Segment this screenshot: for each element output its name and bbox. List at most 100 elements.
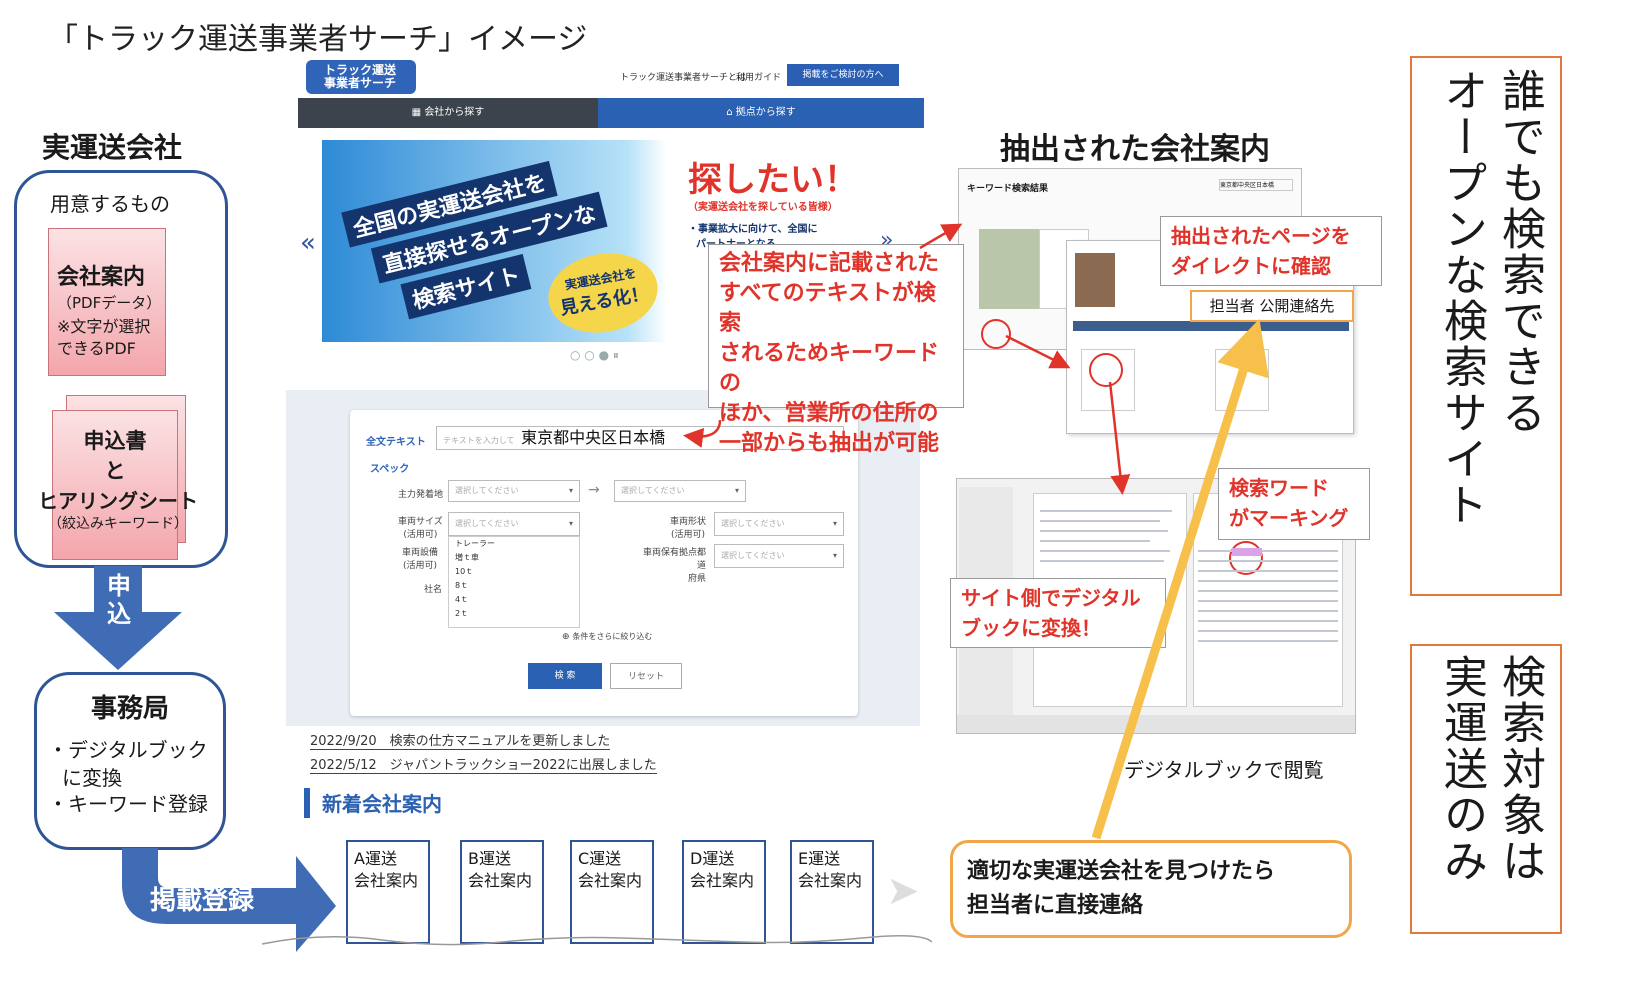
base-pref-select[interactable]: 選択してください ▾: [714, 544, 844, 568]
chevron-down-icon: ▾: [568, 519, 573, 528]
origin-to-placeholder: 選択してください: [621, 486, 685, 495]
direct-line: 抽出されたページを: [1171, 224, 1351, 248]
carousel-dots[interactable]: ○ ○ ● ⏸: [570, 348, 619, 363]
open-search-col1: 誰でも検索できる: [1494, 68, 1545, 436]
equipment-sub: (活用可): [402, 561, 438, 571]
dropdown-option[interactable]: 2ｔ: [449, 607, 579, 621]
plus-circle-icon: ⊕: [562, 632, 573, 642]
tab-search-by-base[interactable]: ⌂ 拠点から探す: [598, 98, 924, 128]
listing-inquiry-button[interactable]: 掲載をご検討の方へ: [787, 64, 899, 86]
carousel-prev-icon[interactable]: «: [300, 228, 316, 258]
more-conditions-link[interactable]: ⊕ 条件をさらに絞り込む: [562, 631, 652, 642]
vehicle-shape-select[interactable]: 選択してください ▾: [714, 512, 844, 536]
tab-search-by-company[interactable]: ▦ 会社から探す: [298, 98, 598, 128]
fulltext-label: 全文テキスト: [366, 437, 426, 448]
explain-line: ほか、営業所の住所の: [719, 401, 939, 426]
news-item[interactable]: 2022/9/20 検索の仕方マニュアルを更新しました: [310, 730, 611, 750]
brochure-format: （PDFデータ）: [57, 294, 162, 312]
search-button[interactable]: 検 索: [528, 663, 602, 689]
preparation-label: 用意するもの: [50, 192, 170, 216]
target-scope-box: 検索対象は 実運送のみ: [1410, 644, 1562, 934]
vehicle-size-label: 車両サイズ (活用可): [398, 514, 443, 540]
apply-arrow-label: 申 込: [104, 572, 134, 628]
company-name: B運送: [468, 849, 511, 868]
fulltext-value: 東京都中央区日本橋: [521, 428, 666, 447]
base-pref-label-2: 府県: [687, 574, 706, 584]
dropdown-option[interactable]: 増ｔ車: [449, 551, 579, 565]
chevron-down-icon: ▾: [568, 486, 573, 495]
chevron-down-icon: ▾: [832, 519, 837, 528]
company-name: D運送: [690, 849, 735, 868]
more-conditions-label: 条件をさらに絞り込む: [572, 632, 653, 641]
explain-line: 会社案内に記載された: [719, 251, 940, 276]
company-card-a[interactable]: A運送 会社案内: [346, 840, 430, 944]
company-brochure-label: 会社案内: [578, 871, 643, 890]
company-name: A運送: [354, 849, 397, 868]
vehicle-shape-label: 車両形状 (活用可): [670, 514, 706, 540]
target-col1: 検索対象は: [1494, 654, 1545, 884]
nav-guide-link[interactable]: 利用ガイド: [736, 70, 781, 83]
vehicle-shape-placeholder: 選択してください: [721, 519, 785, 528]
company-card-c[interactable]: C運送 会社案内: [570, 840, 654, 944]
news-item[interactable]: 2022/5/12 ジャパントラックショー2022に出展しました: [310, 754, 657, 774]
company-brochure-label: 会社案内: [468, 871, 533, 890]
marking-callout: 検索ワード がマーキング: [1218, 468, 1370, 540]
carousel-next-icon[interactable]: ➤: [886, 868, 920, 914]
apply-char-2: 込: [107, 600, 131, 628]
banner-bullet-1: ・事業拡大に向けて、全国に: [688, 224, 818, 235]
result-title: キーワード検索結果: [967, 184, 1049, 194]
page-sheet: [1081, 349, 1135, 411]
new-companies-title: 新着会社案内: [304, 788, 442, 818]
company-name: C運送: [578, 849, 622, 868]
warehouse-icon: ⌂: [726, 107, 736, 118]
office-task-digital-cont: に変換: [62, 766, 122, 790]
target-col2: 実運送のみ: [1436, 654, 1487, 884]
spec-label: スペック: [370, 464, 410, 475]
brochure-note-2: できるPDF: [57, 339, 136, 358]
building-icon: ▦: [411, 107, 425, 118]
contact-directly-callout: 適切な実運送会社を見つけたら 担当者に直接連絡: [950, 840, 1352, 938]
origin-select-from[interactable]: 選択してください ▾: [448, 480, 580, 502]
tab-company-label: 会社から探す: [424, 107, 485, 118]
office-task-keyword: ・キーワード登録: [48, 792, 208, 816]
carrier-heading: 実運送会社: [42, 131, 183, 164]
company-brochure-label: 会社案内: [354, 871, 419, 890]
tab-base-label: 拠点から探す: [735, 107, 796, 118]
digital-book-label: デジタルブックで閲覧: [1124, 758, 1324, 782]
dropdown-option[interactable]: 8ｔ: [449, 579, 579, 593]
nav-about-link[interactable]: トラック運送事業者サーチとは: [620, 70, 746, 83]
reset-button[interactable]: リセット: [610, 663, 682, 689]
company-card-b[interactable]: B運送 会社案内: [460, 840, 544, 944]
vehicle-size-label-text: 車両サイズ: [398, 517, 443, 527]
chevron-down-icon: ▾: [734, 486, 739, 495]
vehicle-size-select[interactable]: 選択してください ▾: [448, 512, 580, 536]
keyword-note: （絞込みキーワード）: [48, 516, 188, 532]
vehicle-size-dropdown: トレーラー 増ｔ車 10ｔ 8ｔ 4ｔ 2ｔ: [448, 536, 580, 628]
dropdown-option[interactable]: トレーラー: [449, 537, 579, 551]
application-card: 申込書 と ヒアリングシート （絞込みキーワード）: [38, 410, 198, 560]
hearing-sheet-label: ヒアリングシート: [38, 489, 198, 513]
dropdown-option[interactable]: 10ｔ: [449, 565, 579, 579]
logo-line-2: 事業者サーチ: [324, 76, 397, 90]
origin-from-placeholder: 選択してください: [455, 486, 519, 495]
page-cut-edge: [262, 935, 932, 946]
convert-line: サイト側でデジタル: [961, 586, 1141, 610]
vehicle-shape-sub: (活用可): [670, 530, 706, 540]
brochure-title: 会社案内: [57, 265, 146, 290]
company-brochure-label: 会社案内: [690, 871, 755, 890]
banner-want: 探したい！: [688, 160, 858, 200]
apply-char-1: 申: [107, 572, 131, 600]
company-card-d[interactable]: D運送 会社案内: [682, 840, 766, 944]
page-bar: [1073, 321, 1349, 331]
origin-select-to[interactable]: 選択してください ▾: [614, 480, 746, 502]
page-sheet: [1215, 349, 1269, 411]
book-toolbar[interactable]: [957, 715, 1355, 733]
site-logo-text: トラック運送 事業者サーチ: [324, 64, 396, 90]
company-card-e[interactable]: E運送 会社案内: [790, 840, 874, 944]
arrow-right-icon: →: [588, 482, 600, 498]
dropdown-option[interactable]: 4ｔ: [449, 593, 579, 607]
direct-line: ダイレクトに確認: [1171, 254, 1331, 278]
office-title: 事務局: [90, 694, 169, 724]
company-name: E運送: [798, 849, 841, 868]
contact-line: 担当者に直接連絡: [967, 893, 1144, 918]
